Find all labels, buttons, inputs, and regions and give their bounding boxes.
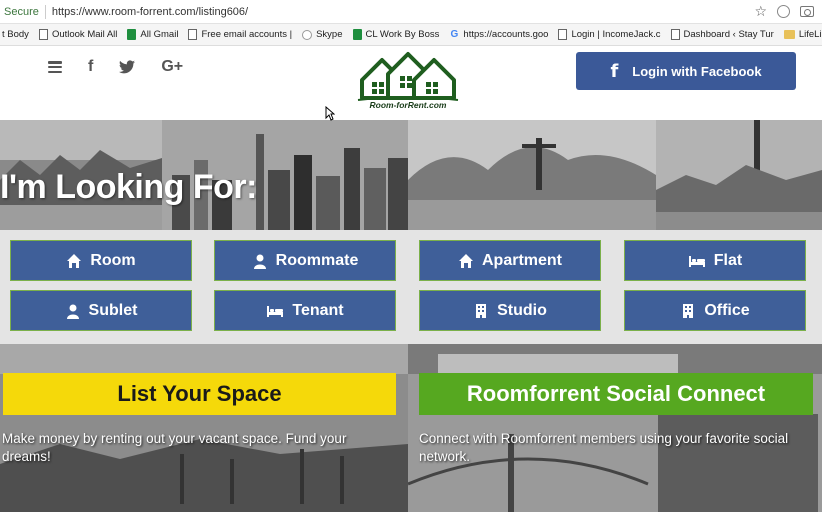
category-label: Flat <box>713 251 743 269</box>
los-angeles-photo-image <box>0 344 408 512</box>
category-label: Roommate <box>275 251 359 269</box>
category-button-apartment[interactable]: Apartment <box>419 240 601 281</box>
site-logo[interactable]: Room-forRent.com <box>354 50 462 114</box>
bookmark-item[interactable]: Outlook Mail All <box>38 29 118 40</box>
category-button-sublet[interactable]: Sublet <box>10 290 192 331</box>
houses-logo-icon <box>357 52 459 101</box>
facebook-icon: f <box>610 60 619 82</box>
bookmark-item[interactable]: Dashboard ‹ Stay Tur <box>670 29 774 40</box>
social-links: f G+ <box>48 58 183 76</box>
twitter-icon[interactable] <box>119 58 136 76</box>
sheet-icon <box>352 29 362 40</box>
bookmark-label: All Gmail <box>140 29 179 40</box>
folder-icon <box>783 30 795 39</box>
list-space-description: Make money by renting out your vacant sp… <box>2 431 347 464</box>
menu-icon[interactable] <box>48 58 62 76</box>
user-icon <box>253 254 266 269</box>
google-plus-icon[interactable]: G+ <box>161 58 183 76</box>
category-label: Studio <box>497 301 547 319</box>
extension-icon[interactable] <box>777 5 790 18</box>
bookmark-label: CL Work By Boss <box>365 29 440 40</box>
hero-title: I'm Looking For: <box>0 168 257 206</box>
category-button-room[interactable]: Room <box>10 240 192 281</box>
category-label: Office <box>704 301 750 319</box>
bookmark-item[interactable]: Login | IncomeJack.c <box>558 29 661 40</box>
category-label: Tenant <box>292 301 344 319</box>
bookmark-item[interactable]: LifeLine <box>783 29 822 40</box>
bookmark-label: Dashboard ‹ Stay Tur <box>683 29 774 40</box>
home-icon <box>67 253 82 268</box>
camera-icon[interactable] <box>800 6 814 17</box>
bookmark-item[interactable]: CL Work By Boss <box>352 29 440 40</box>
bottom-promo-section: List Your Space Roomforrent Social Conne… <box>0 344 822 512</box>
social-connect-description: Connect with Roomforrent members using y… <box>419 431 789 464</box>
bed-icon <box>688 255 705 267</box>
browser-action-icons: ☆ <box>754 3 822 20</box>
bookmark-star-icon[interactable]: ☆ <box>754 3 767 20</box>
category-button-tenant[interactable]: Tenant <box>214 290 396 331</box>
category-label: Sublet <box>88 301 138 319</box>
doc-icon <box>188 29 198 40</box>
bookmark-item[interactable]: G https://accounts.goo <box>449 28 549 40</box>
url-field[interactable]: https://www.room-forrent.com/listing606/ <box>52 6 755 18</box>
category-button-roommate[interactable]: Roommate <box>214 240 396 281</box>
bookmark-label: Free email accounts | <box>201 29 293 40</box>
bookmarks-bar: t Body Outlook Mail All All Gmail Free e… <box>0 24 822 46</box>
category-button-flat[interactable]: Flat <box>624 240 806 281</box>
bookmark-item[interactable]: All Gmail <box>127 29 178 40</box>
login-button-label: Login with Facebook <box>632 63 762 79</box>
category-button-studio[interactable]: Studio <box>419 290 601 331</box>
bookmark-label: https://accounts.goo <box>463 29 549 40</box>
category-button-office[interactable]: Office <box>624 290 806 331</box>
login-with-facebook-button[interactable]: f Login with Facebook <box>576 52 796 90</box>
bookmark-label: Login | IncomeJack.c <box>571 29 661 40</box>
bookmark-label: Outlook Mail All <box>51 29 118 40</box>
bed-icon <box>267 305 284 317</box>
building-icon <box>683 303 694 318</box>
logo-text: Room-forRent.com <box>369 100 447 110</box>
coastal-city-photo-image <box>656 120 822 230</box>
address-separator <box>44 4 46 19</box>
list-your-space-button[interactable]: List Your Space <box>3 373 396 415</box>
bookmark-item[interactable]: Skype <box>302 29 343 40</box>
bookmark-label: Skype <box>316 29 343 40</box>
bookmark-item[interactable]: Free email accounts | <box>188 29 292 40</box>
user-icon <box>66 304 79 319</box>
rio-photo-image <box>408 120 656 230</box>
sheet-icon <box>127 29 137 40</box>
skype-icon <box>302 29 313 40</box>
category-label: Room <box>90 251 136 269</box>
category-label: Apartment <box>481 251 562 269</box>
social-connect-button[interactable]: Roomforrent Social Connect <box>419 373 813 415</box>
mouse-cursor-icon <box>325 106 335 121</box>
secure-indicator[interactable]: Secure <box>0 6 39 18</box>
bookmark-item[interactable]: t Body <box>2 29 29 40</box>
doc-icon <box>670 29 680 40</box>
site-header: f G+ Room-forRent.com f Login with Faceb… <box>0 46 822 120</box>
facebook-icon[interactable]: f <box>88 58 93 76</box>
doc-icon <box>558 29 568 40</box>
bridge-photo-image <box>408 344 822 512</box>
bookmark-label: t Body <box>2 29 29 40</box>
home-icon <box>458 253 473 268</box>
bookmark-label: LifeLine <box>798 29 822 40</box>
google-icon: G <box>450 28 459 40</box>
doc-icon <box>38 29 48 40</box>
building-icon <box>476 303 487 318</box>
hero-banner: I'm Looking For: <box>0 120 822 230</box>
browser-address-bar: Secure https://www.room-forrent.com/list… <box>0 0 822 24</box>
category-grid: Room Roommate Apartment Flat Sublet Tena… <box>0 230 822 344</box>
